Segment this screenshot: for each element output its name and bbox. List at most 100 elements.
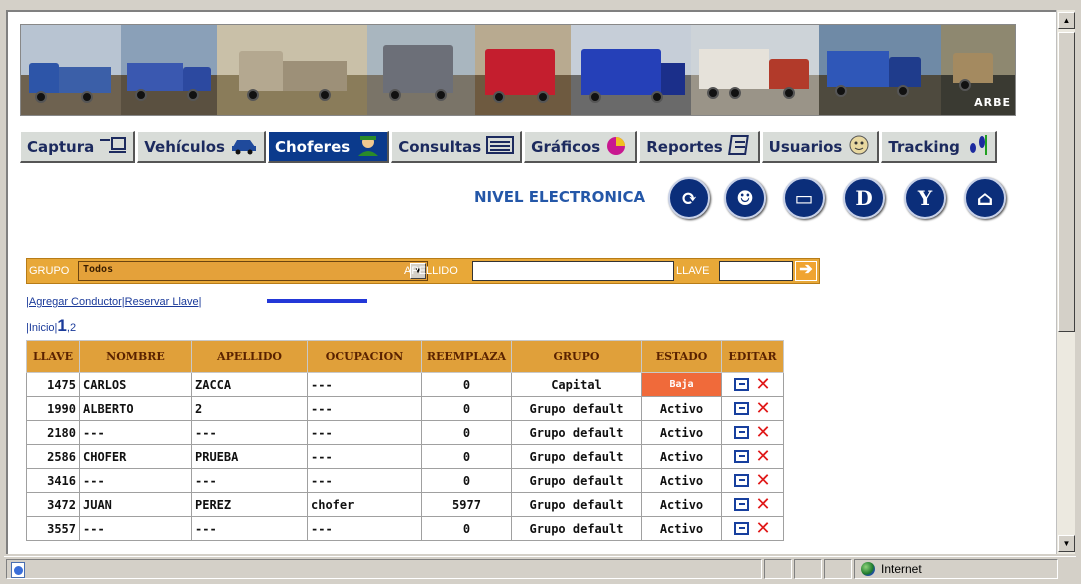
status-text-cell [6,559,762,579]
edit-icon[interactable] [734,402,750,415]
home-button[interactable]: ⌂ [964,177,1006,219]
cell-reemplaza: 0 [421,372,512,397]
edit-icon[interactable] [734,450,750,463]
delete-icon[interactable]: ✕ [755,518,770,539]
col-estado[interactable]: ESTADO [641,340,722,373]
cell-apellido: --- [191,420,308,445]
cell-apellido: --- [191,516,308,541]
cell-reemplaza: 0 [421,396,512,421]
llave-input[interactable] [719,261,793,281]
cell-apellido: PEREZ [191,492,308,517]
table-row[interactable]: 1475 CARLOS ZACCA --- 0 Capital Baja ✕ [26,372,784,397]
banner-photo-5 [475,25,571,115]
table-row[interactable]: 2586 CHOFER PRUEBA --- 0 Grupo default Activo ✕ [26,444,784,469]
col-editar: EDITAR [721,340,784,373]
user-icon [847,134,871,160]
cell-nombre: CHOFER [79,444,192,469]
apellido-input[interactable] [472,261,674,281]
tab-vehiculos-label: Vehículos [144,137,225,156]
edit-icon[interactable] [734,474,750,487]
cell-reemplaza: 0 [421,468,512,493]
col-grupo[interactable]: GRUPO [511,340,642,373]
card-icon: ▭ [794,186,814,210]
filter-bar: GRUPO Todos ▼ APELLIDO LLAVE ➔ [26,258,820,284]
cell-grupo: Grupo default [511,492,642,517]
tab-reportes[interactable]: Reportes [639,131,760,163]
table-row[interactable]: 3416 --- --- --- 0 Grupo default Activo ✕ [26,468,784,493]
col-reemplaza[interactable]: REEMPLAZA [421,340,512,373]
cell-grupo: Grupo default [511,444,642,469]
edit-icon[interactable] [734,426,750,439]
tab-usuarios[interactable]: Usuarios [761,131,880,163]
scroll-thumb[interactable] [1058,32,1075,332]
cell-editar: ✕ [721,444,784,469]
cell-llave: 2180 [26,420,80,445]
scroll-down-icon[interactable]: ▼ [1058,535,1075,552]
grupo-label: GRUPO [29,265,70,277]
cell-reemplaza: 5977 [421,492,512,517]
tab-graficos-label: Gráficos [531,137,601,156]
reserve-key-link[interactable]: Reservar Llave| [125,296,202,308]
cell-editar: ✕ [721,468,784,493]
cell-apellido: 2 [191,396,308,421]
cell-estado: Activo [641,420,722,445]
cell-editar: ✕ [721,420,784,445]
table-row[interactable]: 2180 --- --- --- 0 Grupo default Activo ✕ [26,420,784,445]
cell-nombre: CARLOS [79,372,192,397]
tab-consultas[interactable]: Consultas [391,131,523,163]
cell-nombre: --- [79,420,192,445]
wrench-button[interactable]: Y [904,177,946,219]
delete-icon[interactable]: ✕ [755,374,770,395]
grupo-select[interactable]: Todos ▼ [78,261,428,281]
tab-consultas-label: Consultas [398,137,482,156]
delete-icon[interactable]: ✕ [755,422,770,443]
grupo-select-value: Todos [83,264,114,275]
search-go-button[interactable]: ➔ [795,261,817,281]
scroll-up-icon[interactable]: ▲ [1058,12,1075,29]
tab-graficos[interactable]: Gráficos [524,131,638,163]
delete-icon[interactable]: ✕ [755,494,770,515]
owl-button[interactable]: ☻ [724,177,766,219]
cell-estado: Baja [641,372,722,397]
cell-grupo: Grupo default [511,468,642,493]
banner-photo-2 [121,25,217,115]
pager-inicio-link[interactable]: |Inicio| [26,322,57,334]
cell-nombre: ALBERTO [79,396,192,421]
pager-page-2-link[interactable]: 2 [70,322,76,334]
refresh-button[interactable]: ⟳ [668,177,710,219]
refresh-icon: ⟳ [680,186,698,210]
cell-ocupacion: --- [307,516,422,541]
delete-icon[interactable]: ✕ [755,398,770,419]
tab-choferes[interactable]: Choferes [267,131,390,163]
edit-icon[interactable] [734,498,750,511]
tab-vehiculos[interactable]: Vehículos [137,131,266,163]
cell-llave: 1475 [26,372,80,397]
tab-tracking[interactable]: Tracking [881,131,997,163]
vertical-scrollbar[interactable]: ▲ ▼ [1056,10,1075,554]
cell-estado: Activo [641,492,722,517]
col-llave[interactable]: LLAVE [26,340,80,373]
col-nombre[interactable]: NOMBRE [79,340,192,373]
add-driver-link[interactable]: |Agregar Conductor| [26,296,125,308]
d-button[interactable]: D [843,177,885,219]
wrench-icon: Y [917,186,933,210]
table-row[interactable]: 3557 --- --- --- 0 Grupo default Activo ✕ [26,516,784,541]
footprints-icon [965,133,989,161]
table-header-row: LLAVE NOMBRE APELLIDO OCUPACION REEMPLAZ… [26,340,784,373]
card-button[interactable]: ▭ [783,177,825,219]
table-row[interactable]: 3472 JUAN PEREZ chofer 5977 Grupo default Acti… [26,492,784,517]
delete-icon[interactable]: ✕ [755,446,770,467]
tab-captura[interactable]: Captura [20,131,136,163]
main-nav: Captura Vehículos Choferes Consultas Grá… [20,131,997,165]
delete-icon[interactable]: ✕ [755,470,770,491]
table-row[interactable]: 1990 ALBERTO 2 --- 0 Grupo default Activo ✕ [26,396,784,421]
col-ocupacion[interactable]: OCUPACION [307,340,422,373]
edit-icon[interactable] [734,378,750,391]
status-bar: Internet [4,556,1076,580]
cell-grupo: Grupo default [511,420,642,445]
banner-photo-7 [691,25,819,115]
edit-icon[interactable] [734,522,750,535]
cell-estado: Activo [641,516,722,541]
col-apellido[interactable]: APELLIDO [191,340,308,373]
tab-reportes-label: Reportes [646,137,723,156]
